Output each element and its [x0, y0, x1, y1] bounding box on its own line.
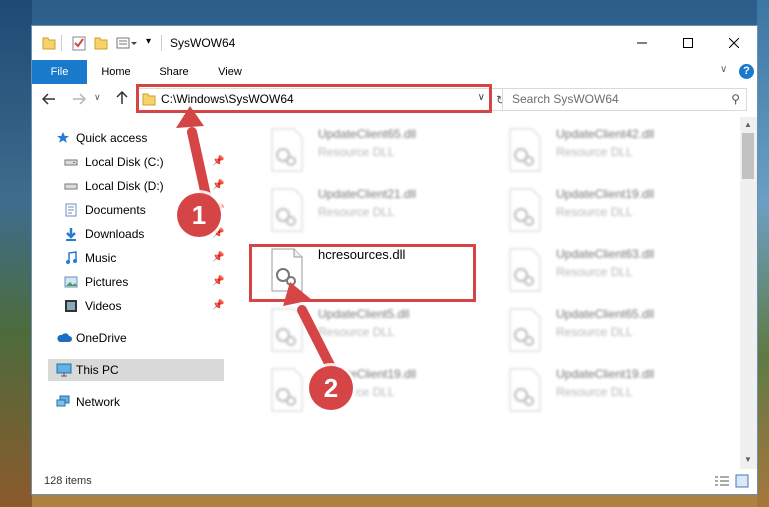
arrow-head-2: [283, 282, 312, 306]
step-1-marker: 1: [177, 193, 221, 237]
arrow-to-address-bar: [187, 127, 212, 205]
step-2-marker: 2: [309, 366, 353, 410]
arrow-head-1: [176, 106, 204, 128]
annotation-arrows: [176, 106, 340, 380]
